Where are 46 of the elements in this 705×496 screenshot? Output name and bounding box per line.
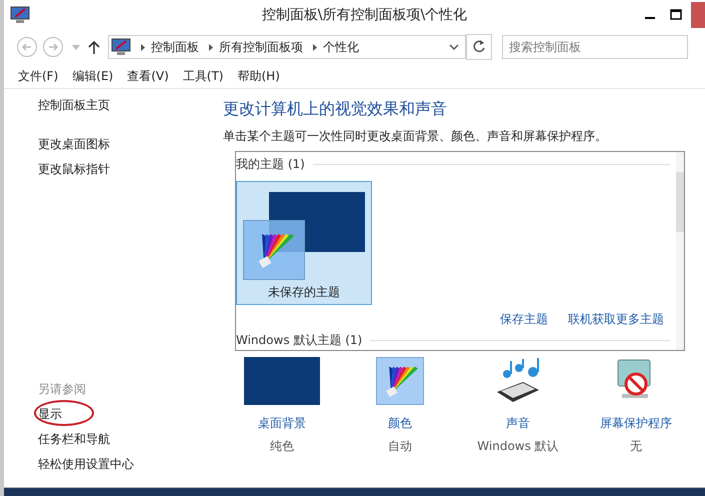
theme-link[interactable]: 联机获取更多主题 [568,311,664,328]
breadcrumb[interactable]: 所有控制面板项 [219,38,303,56]
control-panel-icon [10,6,30,24]
theme-group-title: Windows 默认主题 (1) [236,332,362,349]
menu-item[interactable]: 查看(V) [127,68,169,84]
up-arrow-icon[interactable] [88,40,100,54]
chevron-icon [313,44,317,50]
setting-value: Windows 默认 [477,438,559,455]
chevron-icon [141,44,145,50]
setting-value: 无 [630,438,642,455]
sidebar-link[interactable]: 更改鼠标指针 [38,161,110,178]
theme-name: 未保存的主题 [268,284,340,301]
window-title: 控制面板\所有控制面板项\个性化 [260,6,468,24]
color-fan-icon[interactable] [376,357,424,405]
setting-value: 自动 [388,438,412,455]
menu-item[interactable]: 文件(F) [18,68,58,84]
theme-group-title: 我的主题 (1) [236,156,305,173]
scrollbar[interactable] [676,152,684,350]
control-panel-icon [111,38,131,56]
theme-tile[interactable]: 未保存的主题 [236,181,372,305]
refresh-button[interactable] [466,34,492,60]
menu-item[interactable]: 帮助(H) [238,68,280,84]
search-field[interactable]: 搜索控制面板 [502,35,688,59]
sidebar-link[interactable]: 任务栏和导航 [38,431,110,448]
sidebar-link[interactable]: 控制面板主页 [38,97,110,114]
sidebar-link[interactable]: 更改桌面图标 [38,136,110,153]
menu-item[interactable]: 工具(T) [182,68,224,84]
breadcrumb[interactable]: 个性化 [323,38,359,56]
setting-link[interactable]: 颜色 [388,415,412,432]
setting-link[interactable]: 屏幕保护程序 [600,415,672,432]
setting-link[interactable]: 声音 [506,415,530,432]
setting-link[interactable]: 桌面背景 [258,415,306,432]
dropdown-icon[interactable] [449,44,459,50]
sidebar-link[interactable]: 轻松使用设置中心 [38,456,134,473]
address-bar[interactable]: 控制面板 所有控制面板项 个性化 [108,35,466,59]
menu-item[interactable]: 编辑(E) [72,68,114,84]
theme-link[interactable]: 保存主题 [500,311,548,328]
description-text: 单击某个主题可一次性同时更改桌面背景、颜色、声音和屏幕保护程序。 [223,128,608,145]
sidebar-link[interactable]: 显示 [38,406,62,423]
see-also-heading: 另请参阅 [38,381,87,398]
chevron-icon [209,44,213,50]
setting-value: 纯色 [270,438,294,455]
scrollbar-thumb[interactable] [676,172,684,232]
page-heading: 更改计算机上的视觉效果和声音 [223,99,448,120]
breadcrumb[interactable]: 控制面板 [151,38,199,56]
wallpaper-swatch[interactable] [244,357,320,405]
